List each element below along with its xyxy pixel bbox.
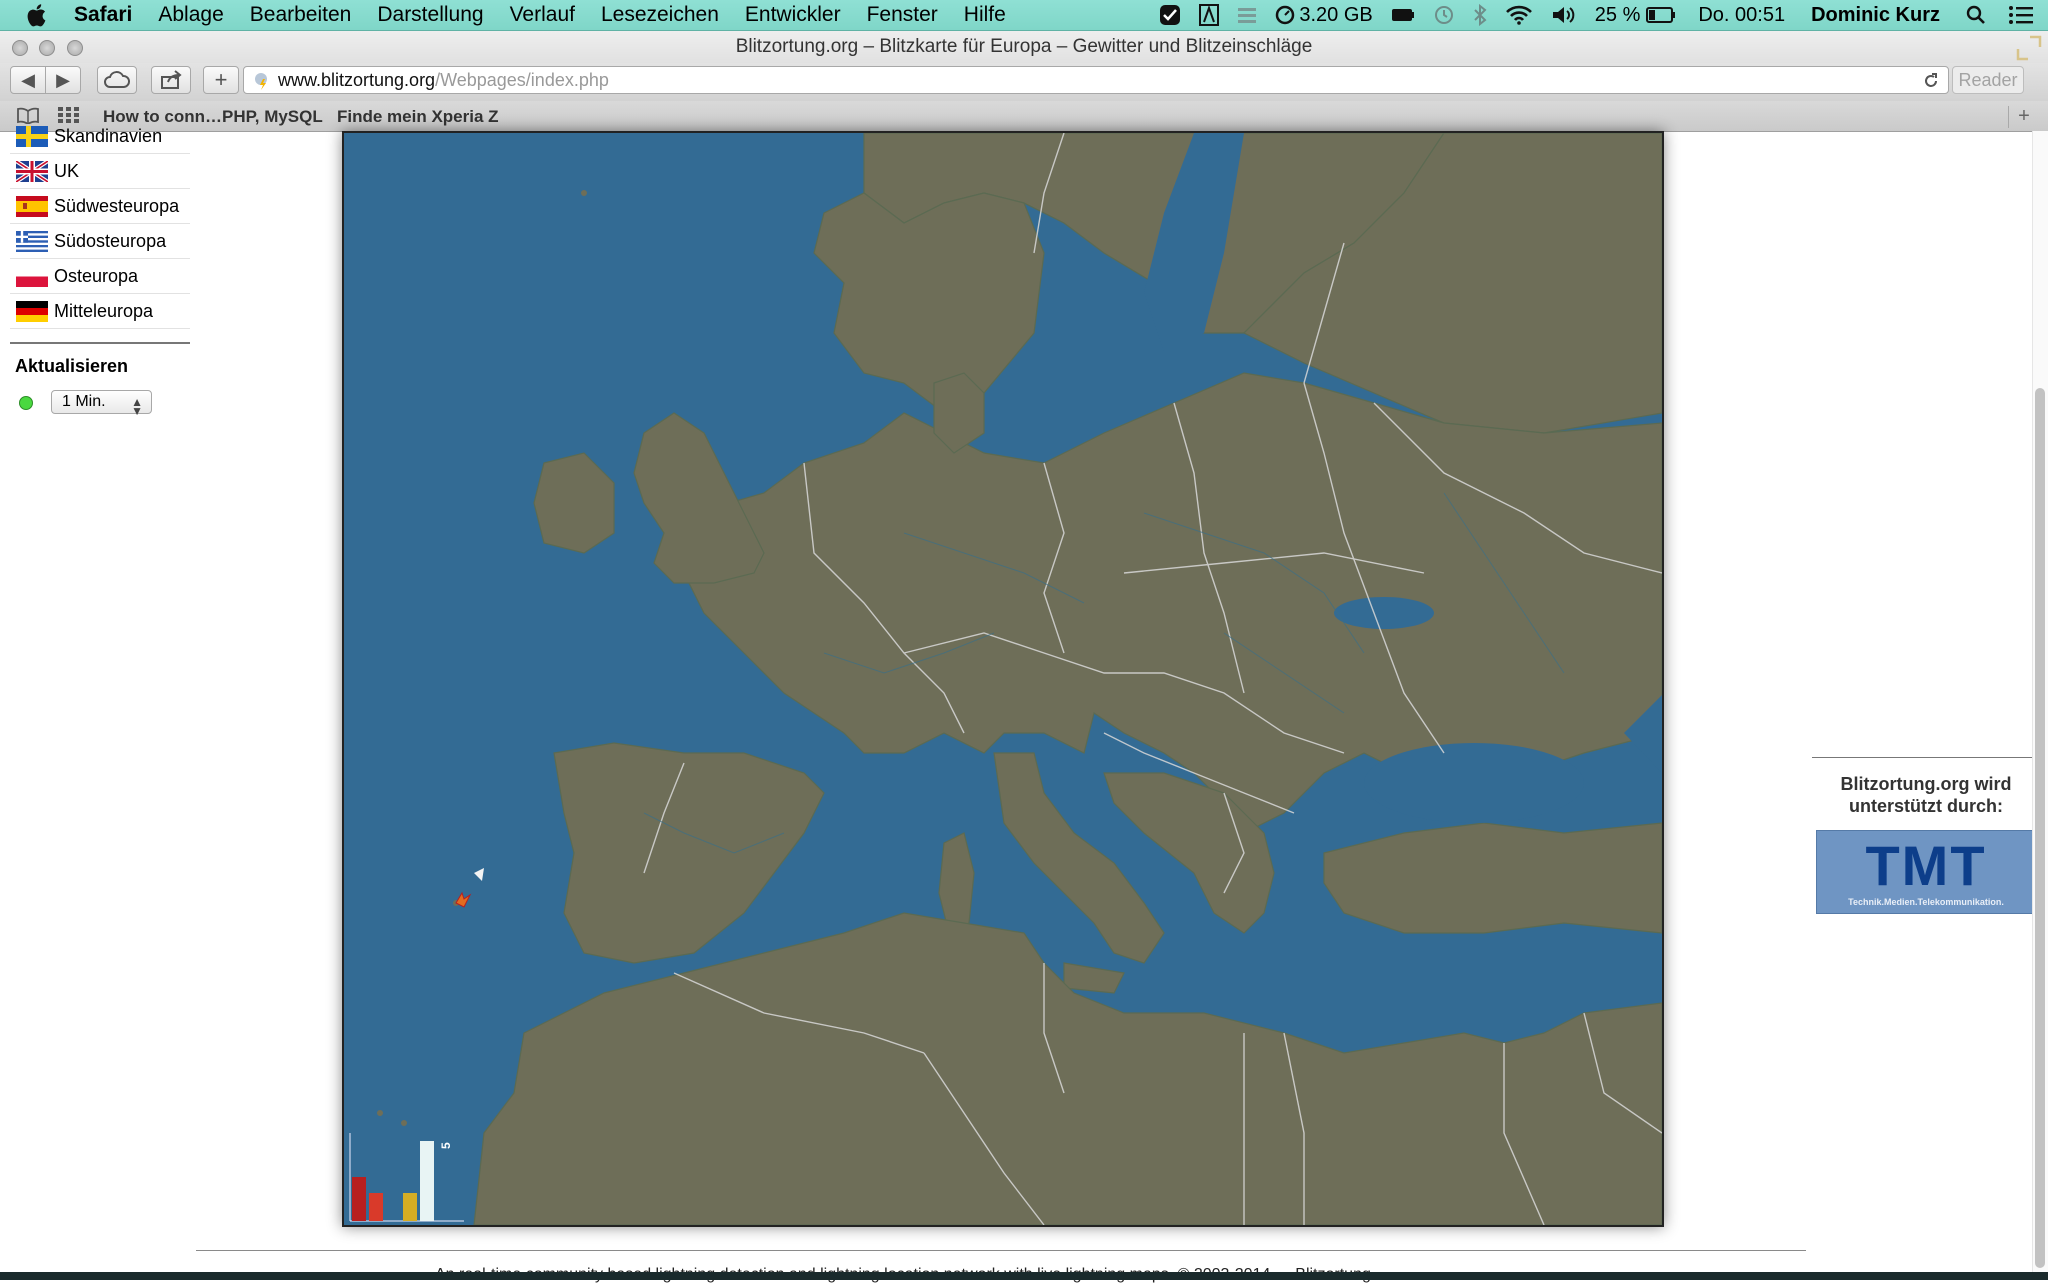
region-label: Südwesteuropa [54,195,180,216]
dock-edge [0,1272,2048,1280]
histogram-max-label: 5 [439,1142,453,1149]
menu-verlauf[interactable]: Verlauf [510,3,575,27]
apple-icon[interactable] [26,2,50,28]
region-osteuropa[interactable]: Osteuropa [10,259,190,294]
add-tab-button[interactable]: + [2008,106,2039,128]
minimize-window-button[interactable] [39,40,55,56]
europe-map-svg[interactable]: 5 [344,133,1662,1225]
region-label: Skandinavien [54,125,163,146]
region-label: Südosteuropa [54,230,167,251]
menu-bar: Safari Ablage Bearbeiten Darstellung Ver… [0,0,2048,31]
uk-flag-icon [16,160,48,182]
zoom-window-button[interactable] [67,40,83,56]
bookmarks-bar: How to conn…PHP, MySQL Finde mein Xperia… [0,101,2048,132]
region-uk[interactable]: UK [10,154,190,189]
clock[interactable]: Do. 00:51 [1698,4,1785,27]
user-name[interactable]: Dominic Kurz [1811,4,1940,27]
forward-button[interactable]: ▶ [45,66,81,94]
battery-full-icon[interactable] [1391,7,1415,23]
close-window-button[interactable] [12,40,28,56]
spain-flag-icon [16,195,48,217]
lightning-map[interactable]: 5 [342,131,1664,1227]
sponsor-line-2: unterstützt durch: [1849,796,2003,816]
sidebar-divider [10,342,190,344]
tmt-logo-text: TMT [1865,834,1987,897]
battery-icon[interactable] [1646,7,1676,23]
histogram-bar [420,1141,434,1221]
region-label: UK [54,160,80,181]
tmt-logo-subtitle: Technik.Medien.Telekommunikation. [1848,897,2004,907]
fullscreen-icon[interactable] [2014,33,2044,63]
page-scrollbar-thumb[interactable] [2035,388,2045,1268]
chevron-right-icon: ▶ [56,69,70,90]
region-suedwesteuropa[interactable]: Südwesteuropa [10,189,190,224]
greece-flag-icon [16,230,48,252]
reader-button[interactable]: Reader [1952,66,2024,94]
region-mitteleuropa[interactable]: Mitteleuropa [10,294,190,329]
footer-divider [196,1250,1806,1251]
menu-entwickler[interactable]: Entwickler [745,3,841,27]
sweden-flag-icon [16,125,48,147]
bluetooth-icon[interactable] [1473,4,1487,26]
histogram-bar [352,1177,366,1221]
bookmark-xperia[interactable]: Finde mein Xperia Z [337,107,499,127]
plus-icon: + [2018,105,2030,127]
region-skandinavien[interactable]: Skandinavien [10,119,190,154]
region-label: Mitteleuropa [54,300,154,321]
menu-fenster[interactable]: Fenster [867,3,938,27]
memory-value: 3.20 GB [1299,3,1373,26]
region-label: Osteuropa [54,265,139,286]
menu-ablage[interactable]: Ablage [158,3,223,27]
histogram-bar [403,1193,417,1221]
status-area: 3.20 GB 25 % Do. 00:51 Dominic Kurz [1141,0,2048,30]
back-button[interactable]: ◀ [10,66,46,94]
share-button[interactable] [151,66,191,94]
menu-bearbeiten[interactable]: Bearbeiten [250,3,352,27]
live-status-indicator [19,396,33,410]
germany-flag-icon [16,300,48,322]
volume-icon[interactable] [1551,5,1577,25]
share-icon [161,70,182,89]
histogram-bar [369,1193,383,1221]
adobe-icon[interactable] [1199,4,1220,26]
sponsor-divider [1812,757,2048,758]
updown-arrows-icon: ▼ [131,404,143,418]
sponsor-text: Blitzortung.org wird unterstützt durch: [1812,773,2040,817]
spotlight-icon[interactable] [1966,5,1986,25]
update-title: Aktualisieren [15,356,129,376]
wifi-icon[interactable] [1505,5,1533,25]
notification-list-icon[interactable] [2008,5,2034,25]
icloud-tabs-button[interactable] [97,66,137,94]
url-host: www.blitzortung.org [278,69,436,90]
strike-histogram: 5 [349,1133,464,1222]
region-suedosteuropa[interactable]: Südosteuropa [10,224,190,259]
menu-extra-icon[interactable] [1237,5,1257,25]
chevron-left-icon: ◀ [21,69,35,90]
reload-icon[interactable] [1922,72,1940,90]
interval-value: 1 Min. [62,393,106,410]
site-favicon-icon [255,73,267,90]
address-bar[interactable]: www.blitzortung.org/Webpages/index.php [243,66,1949,94]
window-title: Blitzortung.org – Blitzkarte für Europa … [0,31,2048,63]
menu-lesezeichen[interactable]: Lesezeichen [601,3,719,27]
plus-icon: + [214,67,228,92]
poland-flag-icon [16,265,48,287]
tmt-sponsor-logo[interactable]: TMT Technik.Medien.Telekommunikation. [1816,830,2036,914]
checkmark-shield-icon[interactable] [1159,4,1181,26]
cloud-icon [104,71,130,88]
memory-gauge-icon[interactable]: 3.20 GB [1275,3,1373,27]
update-interval-select[interactable]: 1 Min. ▲ ▼ [51,390,152,418]
new-tab-button[interactable]: + [203,66,239,94]
url-path: /Webpages/index.php [435,69,609,90]
time-machine-icon[interactable] [1433,4,1455,26]
sponsor-line-1: Blitzortung.org wird [1840,774,2012,794]
battery-percent: 25 % [1594,3,1641,26]
menu-safari[interactable]: Safari [74,3,132,27]
menu-hilfe[interactable]: Hilfe [964,3,1006,27]
menu-darstellung[interactable]: Darstellung [377,3,483,27]
